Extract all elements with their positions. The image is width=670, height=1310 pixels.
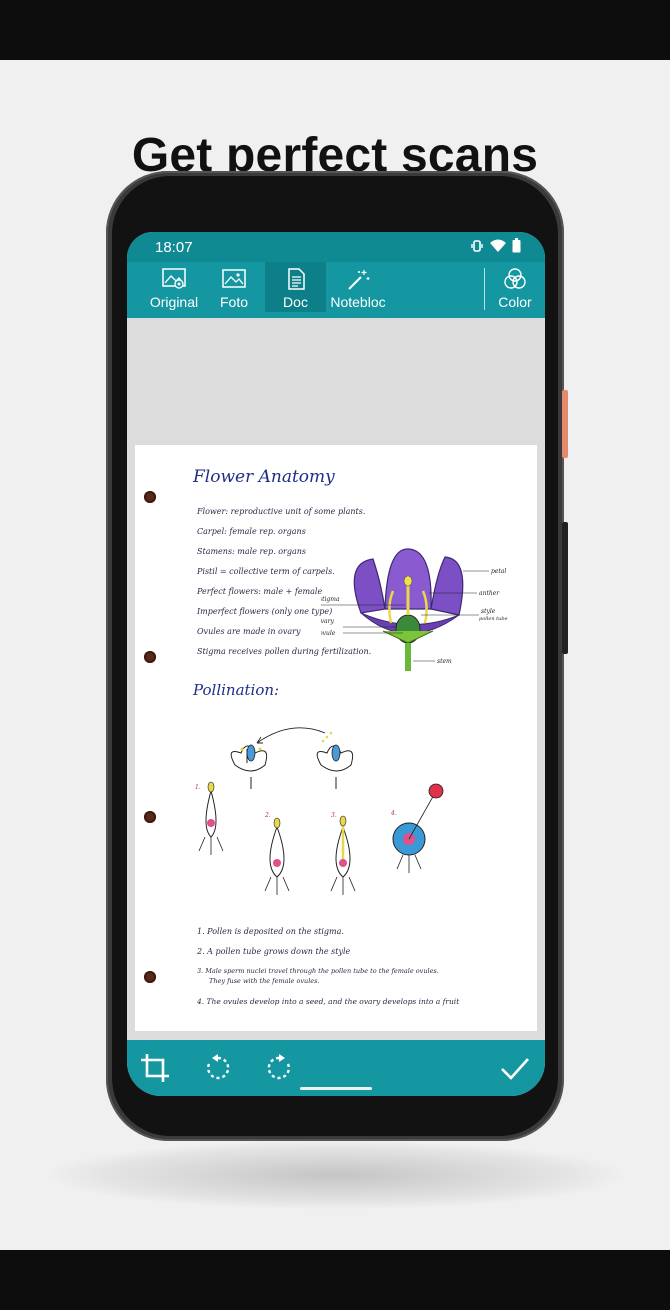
step-line: They fuse with the female ovules. xyxy=(209,977,320,985)
step-number: 2. xyxy=(264,812,271,819)
note-bullet: Imperfect flowers (only one type) xyxy=(197,607,333,616)
label-ovary: ovary xyxy=(321,618,334,625)
mode-doc-button[interactable]: Doc xyxy=(265,262,326,312)
photo-icon xyxy=(222,269,246,288)
wifi-icon xyxy=(490,239,506,252)
phone-screen: 18:07 Original Foto Doc Notebloc Color F… xyxy=(127,232,545,1096)
original-image-icon xyxy=(162,268,186,289)
note-title: Flower Anatomy xyxy=(193,467,335,487)
step-number: 1. xyxy=(195,784,201,791)
pistil-stage-1 xyxy=(198,781,224,855)
note-bullet: Pistil = collective term of carpels. xyxy=(197,567,335,576)
punch-hole xyxy=(144,971,156,983)
status-bar: 18:07 xyxy=(127,232,545,262)
note-bullet: Perfect flowers: male + female xyxy=(197,587,323,596)
confirm-check-icon[interactable] xyxy=(499,1052,531,1084)
note-bullet: Carpel: female rep. organs xyxy=(197,527,306,536)
mode-label: Notebloc xyxy=(330,294,386,310)
rotate-right-icon[interactable] xyxy=(263,1052,295,1084)
filter-toolbar: Original Foto Doc Notebloc Color xyxy=(127,262,545,318)
step-line: 4. The ovules develop into a seed, and t… xyxy=(197,997,460,1006)
color-label: Color xyxy=(498,294,532,310)
pollinated-flower-left xyxy=(230,744,268,789)
mode-foto-button[interactable]: Foto xyxy=(209,262,259,312)
mode-label: Original xyxy=(149,294,199,310)
home-indicator xyxy=(300,1087,372,1090)
status-time: 18:07 xyxy=(155,239,193,256)
bottom-frame-bar xyxy=(0,1250,670,1310)
note-bullet: Ovules are made in ovary xyxy=(197,627,301,636)
document-icon xyxy=(287,268,305,290)
label-anther: anther xyxy=(479,590,500,597)
volume-button xyxy=(562,522,568,654)
rotate-left-icon[interactable] xyxy=(202,1052,234,1084)
label-style: style xyxy=(481,608,496,615)
color-filter-button[interactable]: Color xyxy=(491,262,539,312)
label-petal: petal xyxy=(491,568,506,575)
punch-hole xyxy=(144,811,156,823)
battery-icon xyxy=(512,238,521,253)
step-line: 1. Pollen is deposited on the stigma. xyxy=(197,927,344,936)
power-button xyxy=(562,390,568,458)
step-line: 3. Male sperm nuclei travel through the … xyxy=(197,967,439,975)
punch-hole xyxy=(144,491,156,503)
pollinated-flower-right xyxy=(316,731,354,789)
vibrate-icon xyxy=(471,239,483,252)
punch-hole xyxy=(144,651,156,663)
mode-label: Doc xyxy=(283,294,308,310)
label-stigma: stigma xyxy=(321,596,340,603)
pistil-stage-2 xyxy=(264,817,290,895)
label-pollen-tube: pollen tube xyxy=(479,616,508,622)
toolbar-divider xyxy=(484,268,485,310)
color-filter-icon xyxy=(504,268,526,289)
mode-label: Foto xyxy=(219,294,248,310)
step-number: 3. xyxy=(331,812,337,819)
fruit-stage-4 xyxy=(392,783,444,873)
label-ovule: ovule xyxy=(321,630,336,637)
phone-shadow xyxy=(40,1140,630,1210)
step-number: 4. xyxy=(390,810,397,817)
scan-preview-area: Flower Anatomy Flower: reproductive unit… xyxy=(127,318,545,1040)
scanned-page: Flower Anatomy Flower: reproductive unit… xyxy=(135,445,537,1031)
pistil-stage-3 xyxy=(330,815,356,895)
note-bullet: Flower: reproductive unit of some plants… xyxy=(197,507,366,516)
mode-original-button[interactable]: Original xyxy=(143,262,205,312)
status-icons xyxy=(470,238,521,253)
pollination-diagram: 1. 2. 3. 4. xyxy=(195,727,444,895)
mode-notebloc-button[interactable]: Notebloc xyxy=(327,262,389,312)
crop-icon[interactable] xyxy=(139,1052,171,1084)
pollination-title: Pollination: xyxy=(193,681,280,699)
magic-wand-icon xyxy=(348,270,370,290)
note-bullet: Stamens: male rep. organs xyxy=(197,547,307,556)
flower-anatomy-diagram: petal anther style pollen tube stigma ov… xyxy=(321,548,508,671)
label-stem: stem xyxy=(437,658,452,665)
top-frame-bar xyxy=(0,0,670,60)
step-line: 2. A pollen tube grows down the style xyxy=(197,947,351,956)
